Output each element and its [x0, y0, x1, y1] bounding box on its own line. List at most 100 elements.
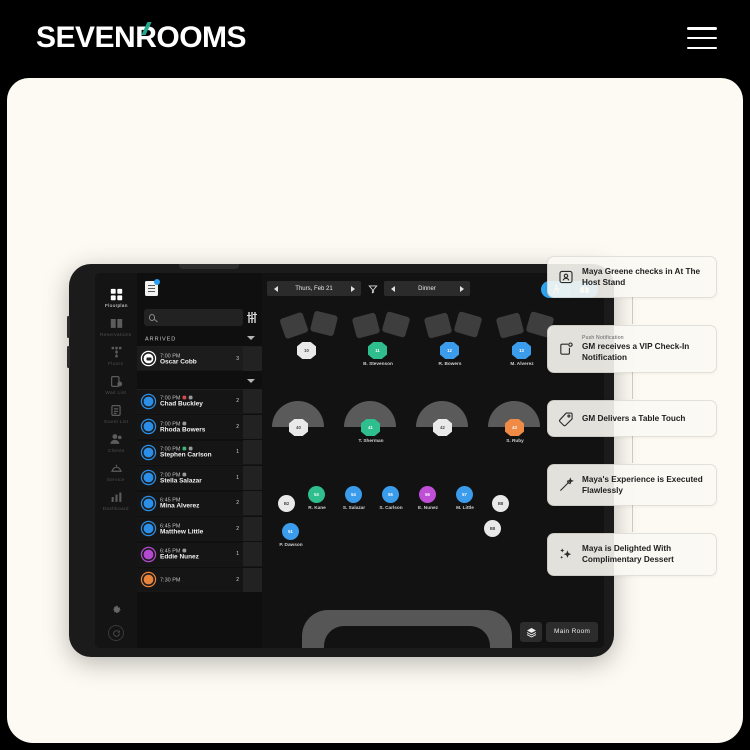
people-icon [109, 432, 124, 446]
list-item-slot[interactable] [243, 465, 262, 490]
notification-card[interactable]: Maya Greene checks in At The Host Stand [547, 256, 717, 325]
notification-card[interactable]: Maya's Experience is Executed Flawlessly [547, 464, 717, 533]
sidebar-item-clients[interactable]: Clients [95, 427, 137, 456]
table-guest-name: R. Kane [307, 504, 326, 511]
sidebar-item-dashboard[interactable]: Dashboard [95, 485, 137, 514]
list-item[interactable]: 6:45 PM Eddie Nunez 1 [137, 542, 262, 567]
list-item-slot[interactable] [243, 440, 262, 464]
table-shape: 13 [512, 342, 531, 359]
table-51[interactable]: 51 P. Dawson [279, 523, 302, 547]
hamburger-bar [687, 36, 717, 40]
sparkles-icon [557, 546, 574, 563]
table-b8-bottom[interactable]: B8 [484, 520, 501, 537]
table-shape: B2 [278, 495, 295, 512]
section-header-arrived[interactable]: ARRIVED [137, 330, 262, 347]
table-b8-right[interactable]: B8 [492, 495, 509, 512]
table-11[interactable]: 11 B. Stevenson [363, 342, 392, 366]
sidebar-item-service[interactable]: Service [95, 456, 137, 485]
refresh-icon[interactable] [108, 625, 124, 641]
sidebar-label: Wait List [105, 390, 127, 396]
chevron-down-icon[interactable] [247, 336, 255, 340]
table-57[interactable]: 57 M. Little [456, 486, 473, 510]
table-guest-name: S. Ruby [505, 437, 524, 444]
reservation-list[interactable]: 7:00 PM Oscar Cobb 3 7:00 PM Chad Buckle… [137, 347, 262, 648]
layers-icon[interactable] [520, 622, 542, 642]
hamburger-menu-icon[interactable] [687, 27, 717, 49]
table-square[interactable] [279, 311, 309, 340]
table-12[interactable]: 12 R. Bowers [438, 342, 461, 366]
app-sidebar: Floorplan Reservations Floors Wait List … [95, 273, 137, 648]
list-item[interactable]: 7:00 PM Oscar Cobb 3 [137, 347, 262, 371]
list-item[interactable]: 7:00 PM Rhoda Bowers 2 [137, 414, 262, 439]
sidebar-item-guest-list[interactable]: Guest List [95, 398, 137, 427]
list-item[interactable]: 7:30 PM 2 [137, 567, 262, 592]
list-item-slot[interactable] [243, 491, 262, 515]
table-42[interactable]: 42 [433, 419, 452, 436]
list-item[interactable]: 6:45 PM Mina Alverez 2 [137, 491, 262, 516]
sidebar-item-wait-list[interactable]: Wait List [95, 369, 137, 398]
table-13[interactable]: 13 M. Alverez [510, 342, 533, 366]
sidebar-item-floors[interactable]: Floors [95, 340, 137, 369]
search-row [137, 304, 262, 330]
table-55[interactable]: 55 S. Carlson [379, 486, 402, 510]
tablet-volume-down-button[interactable] [67, 346, 70, 368]
table-square[interactable] [453, 311, 483, 338]
notes-icon[interactable] [145, 279, 160, 296]
notification-card[interactable]: Maya is Delighted With Complimentary Des… [547, 533, 717, 576]
tag-dot [182, 421, 187, 425]
list-item-slot[interactable] [243, 347, 262, 371]
table-square[interactable] [381, 311, 411, 338]
sidebar-item-reservations[interactable]: Reservations [95, 311, 137, 340]
meal-period-selector[interactable]: Dinner [384, 281, 470, 296]
section-header-upcoming[interactable] [137, 373, 262, 390]
sidebar-label: Service [106, 477, 126, 483]
list-item[interactable]: 6:45 PM Matthew Little 2 [137, 516, 262, 541]
notification-card[interactable]: GM Delivers a Table Touch [547, 400, 717, 464]
table-41[interactable]: 41 T. Sherman [358, 419, 383, 443]
list-item-slot[interactable] [243, 567, 262, 592]
list-item-slot[interactable] [243, 516, 262, 541]
list-item-slot[interactable] [243, 389, 262, 413]
gear-icon[interactable] [109, 602, 124, 616]
room-selector-button[interactable]: Main Room [546, 622, 598, 642]
table-square[interactable] [423, 312, 453, 339]
hamburger-bar [687, 27, 717, 30]
table-53[interactable]: 53 R. Kane [308, 486, 325, 510]
sidebar-item-floorplan[interactable]: Floorplan [95, 282, 137, 311]
table-square[interactable] [309, 310, 339, 337]
table-40[interactable]: 40 [289, 419, 308, 436]
site-header: SEVENROOMS [0, 0, 750, 76]
notification-card[interactable]: Push Notification GM receives a VIP Chec… [547, 325, 717, 400]
search-input[interactable] [158, 314, 239, 320]
list-item[interactable]: 7:00 PM Chad Buckley 2 [137, 389, 262, 414]
table-square[interactable] [351, 312, 381, 339]
sevenrooms-logo[interactable]: SEVENROOMS [36, 21, 247, 55]
chevron-down-icon[interactable] [247, 378, 255, 383]
person-card-icon [557, 269, 574, 286]
list-item-slot[interactable] [243, 542, 262, 566]
list-icon [109, 403, 124, 417]
tablet-volume-up-button[interactable] [67, 316, 70, 338]
search-box[interactable] [144, 308, 244, 326]
table-b2[interactable]: B2 [278, 495, 295, 512]
tablet-device: Floorplan Reservations Floors Wait List … [67, 264, 614, 657]
date-selector[interactable]: Thurs, Feb 21 [267, 281, 361, 296]
table-43[interactable]: 43 S. Ruby [505, 419, 524, 443]
arrow-left-icon [273, 285, 278, 292]
table-56[interactable]: 56 E. Nunez [418, 486, 437, 510]
table-guest-name: R. Bowers [437, 360, 462, 367]
avatar [142, 522, 155, 535]
table-shape: 41 [361, 419, 380, 436]
table-54[interactable]: 54 S. Salazar [342, 486, 365, 510]
tag-icon [557, 410, 574, 427]
list-item[interactable]: 7:00 PM Stephen Carlson 1 [137, 440, 262, 465]
list-item-info: 7:00 PM Chad Buckley [155, 394, 227, 407]
funnel-icon[interactable] [367, 283, 378, 294]
list-item-time: 7:00 PM [160, 471, 244, 477]
list-item[interactable]: 7:00 PM Stella Salazar 1 [137, 465, 262, 490]
table-10[interactable]: 10 [297, 342, 316, 359]
avatar [142, 471, 155, 484]
list-item-slot[interactable] [243, 414, 262, 439]
table-square[interactable] [495, 312, 525, 339]
sliders-icon[interactable] [247, 311, 257, 323]
